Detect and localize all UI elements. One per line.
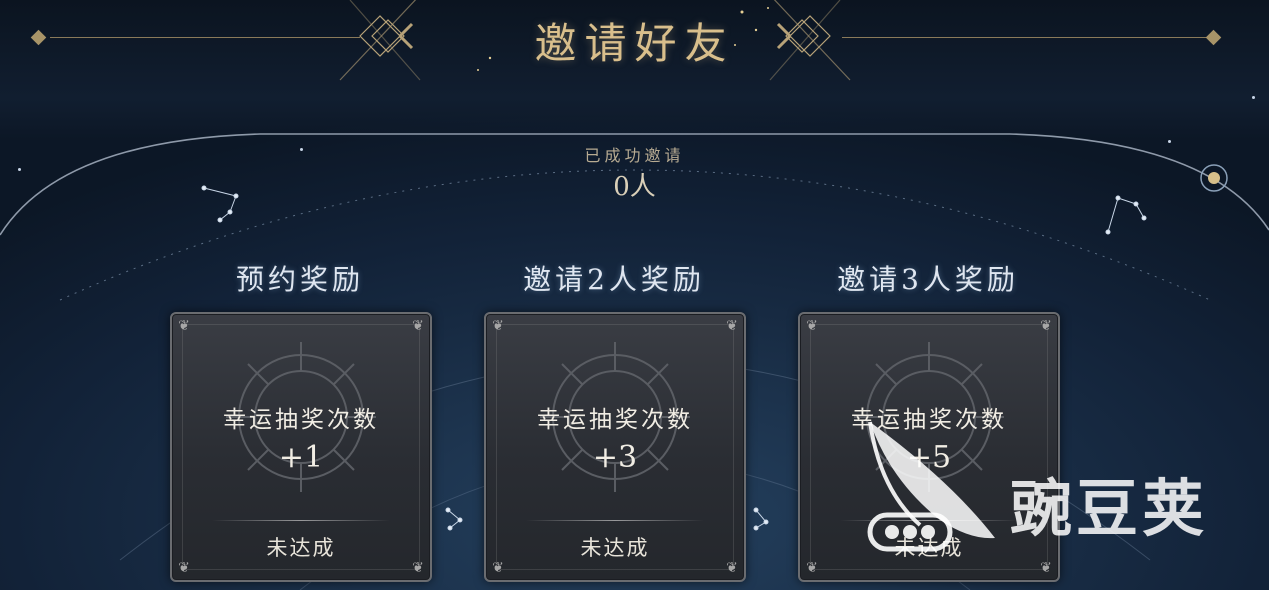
- star-icon: [18, 168, 21, 171]
- reward-status: 未达成: [580, 536, 650, 560]
- wandoujia-logo-icon: [867, 421, 995, 552]
- invited-label: 已成功邀请: [584, 146, 685, 165]
- corner-ornament-icon: ❦: [492, 318, 504, 334]
- reward-name: 幸运抽奖次数: [537, 407, 693, 433]
- reward-title-invite-3: 邀请3人奖励: [837, 263, 1019, 296]
- reward-card-invite-2[interactable]: ❦ ❦ ❦ ❦ 幸运抽奖次数 +3 未达成: [484, 312, 746, 582]
- wandoujia-watermark: 豌豆荚: [860, 420, 1240, 570]
- invited-count: 0人: [613, 172, 656, 202]
- reward-name: 幸运抽奖次数: [223, 407, 379, 433]
- page-title: 邀请好友: [534, 19, 735, 68]
- corner-ornament-icon: ❦: [412, 318, 424, 334]
- reward-card-reservation[interactable]: ❦ ❦ ❦ ❦ 幸运抽奖次数 +1 未达成: [170, 312, 432, 582]
- reward-amount: +3: [592, 440, 638, 475]
- divider: [212, 520, 390, 521]
- reward-title-reservation: 预约奖励: [235, 263, 364, 296]
- reward-status: 未达成: [266, 536, 336, 560]
- reward-title-invite-2: 邀请2人奖励: [523, 263, 705, 296]
- corner-ornament-icon: ❦: [726, 318, 738, 334]
- divider: [526, 520, 704, 521]
- reward-amount: +1: [278, 440, 324, 475]
- corner-ornament-icon: ❦: [1040, 318, 1052, 334]
- corner-ornament-icon: ❦: [178, 318, 190, 334]
- star-icon: [1252, 96, 1255, 99]
- star-icon: [300, 148, 303, 151]
- star-icon: [1168, 140, 1171, 143]
- corner-ornament-icon: ❦: [806, 318, 818, 334]
- watermark-text: 豌豆荚: [1010, 472, 1209, 545]
- invite-friends-screen: 邀请好友 已成功邀请 0人 预约奖励 ❦ ❦ ❦ ❦ 幸运抽奖次数 +1 未达成…: [0, 0, 1269, 590]
